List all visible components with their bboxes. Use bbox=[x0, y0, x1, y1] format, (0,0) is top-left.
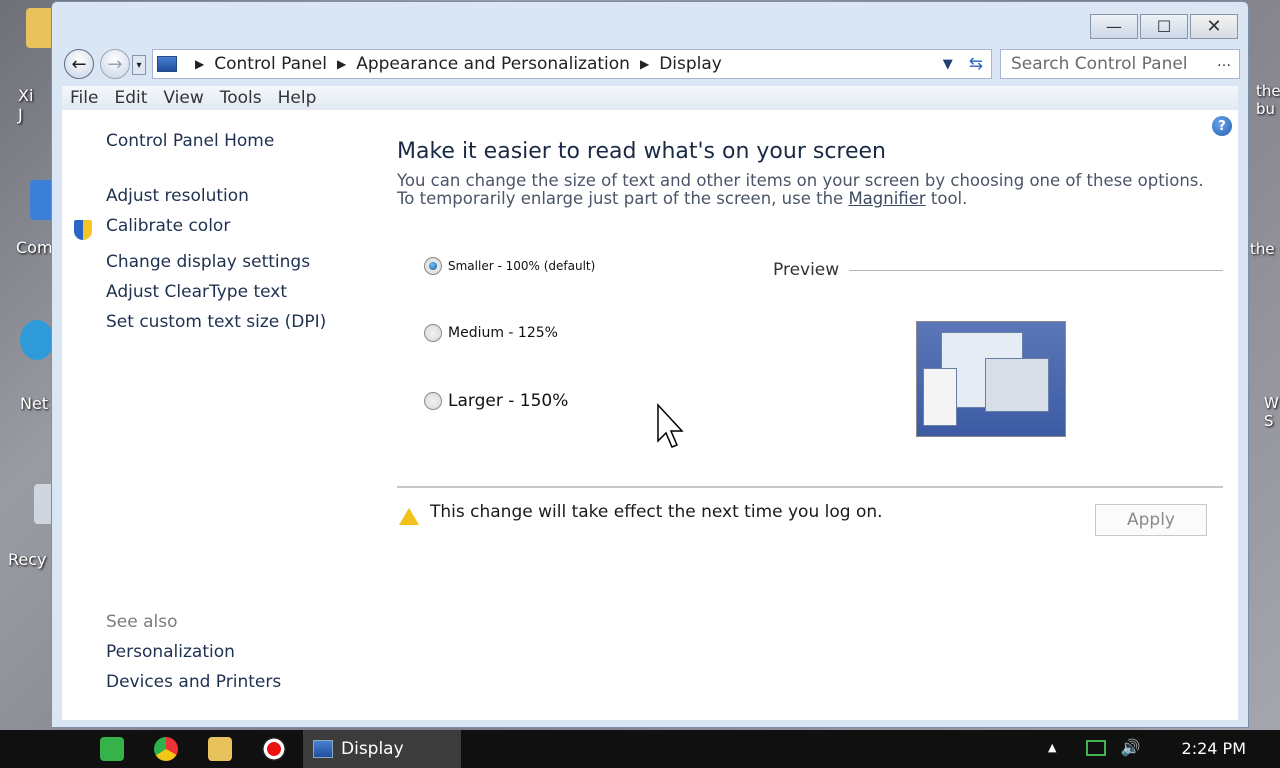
refresh-icon[interactable]: ⇆ bbox=[969, 54, 983, 74]
description-line-2-prefix: To temporarily enlarge just part of the … bbox=[397, 189, 844, 208]
tray-expand-icon[interactable]: ▲ bbox=[1048, 741, 1056, 754]
recent-pages-dropdown[interactable]: ▾ bbox=[132, 55, 146, 75]
navigation-bar: ← → ▾ ▶ Control Panel ▶ Appearance and P… bbox=[64, 47, 1240, 81]
desktop-icon-label: the bbox=[1250, 240, 1275, 258]
menu-view[interactable]: View bbox=[163, 88, 203, 108]
desktop-icon-label: W S bbox=[1264, 394, 1279, 430]
preview-label: Preview bbox=[773, 260, 840, 280]
breadcrumb-arrow-icon[interactable]: ▶ bbox=[195, 57, 204, 71]
desktop-icon-label: the bu bbox=[1256, 82, 1280, 118]
description-line-1: You can change the size of text and othe… bbox=[397, 171, 1204, 190]
back-button[interactable]: ← bbox=[64, 49, 94, 79]
control-panel-window: — ☐ ✕ ← → ▾ ▶ Control Panel ▶ Appearance… bbox=[51, 1, 1249, 728]
option-smaller-label: Smaller - 100% (default) bbox=[448, 259, 596, 273]
menu-tools[interactable]: Tools bbox=[220, 88, 262, 108]
menu-help[interactable]: Help bbox=[278, 88, 317, 108]
network-icon[interactable] bbox=[1086, 739, 1107, 756]
maximize-button[interactable]: ☐ bbox=[1140, 14, 1188, 39]
display-window-icon bbox=[313, 740, 333, 758]
breadcrumb-control-panel[interactable]: Control Panel bbox=[214, 54, 327, 74]
system-tray: ▲ 🔊 bbox=[1048, 738, 1140, 757]
control-panel-icon bbox=[157, 56, 177, 72]
taskbar-display-label: Display bbox=[341, 739, 404, 759]
taskbar: Display ▲ 🔊 2:24 PM bbox=[0, 730, 1280, 768]
help-icon[interactable]: ? bbox=[1212, 116, 1232, 136]
forward-button[interactable]: → bbox=[100, 49, 130, 79]
minimize-button[interactable]: — bbox=[1090, 14, 1138, 39]
section-divider bbox=[397, 486, 1223, 488]
breadcrumb-arrow-icon[interactable]: ▶ bbox=[337, 57, 346, 71]
desktop-icon-label: Net bbox=[20, 394, 49, 413]
radio-button-selected[interactable] bbox=[424, 257, 442, 275]
preview-image bbox=[916, 321, 1066, 437]
radio-button[interactable] bbox=[424, 324, 442, 342]
volume-icon[interactable]: 🔊 bbox=[1120, 738, 1140, 757]
content-area: ? Control Panel Home Adjust resolution C… bbox=[62, 110, 1238, 720]
devices-and-printers-link[interactable]: Devices and Printers bbox=[106, 672, 281, 692]
warning-icon bbox=[399, 508, 419, 525]
radio-button[interactable] bbox=[424, 392, 442, 410]
breadcrumb-display[interactable]: Display bbox=[659, 54, 722, 74]
desktop-icon-right-2[interactable]: the bbox=[1250, 240, 1275, 258]
menu-bar: File Edit View Tools Help bbox=[62, 86, 1238, 110]
page-title: Make it easier to read what's on your sc… bbox=[397, 139, 886, 164]
adjust-resolution-link[interactable]: Adjust resolution bbox=[106, 186, 249, 206]
option-larger-label: Larger - 150% bbox=[448, 391, 569, 411]
breadcrumb-appearance[interactable]: Appearance and Personalization bbox=[356, 54, 630, 74]
address-bar[interactable]: ▶ Control Panel ▶ Appearance and Persona… bbox=[152, 49, 992, 79]
apply-button[interactable]: Apply bbox=[1095, 504, 1207, 536]
desktop-icon-right-1[interactable]: the bu bbox=[1256, 82, 1280, 118]
preview-divider bbox=[849, 270, 1223, 271]
description-line-2: To temporarily enlarge just part of the … bbox=[397, 190, 1217, 208]
search-input[interactable]: Search Control Panel … bbox=[1000, 49, 1240, 79]
file-explorer-icon[interactable] bbox=[208, 737, 232, 761]
taskbar-display-window[interactable]: Display bbox=[303, 730, 461, 768]
address-actions: ▼ ⇆ bbox=[943, 54, 983, 74]
window-controls: — ☐ ✕ bbox=[1090, 14, 1238, 39]
description-line-2-suffix: tool. bbox=[930, 189, 968, 208]
desktop-icon-right-3[interactable]: W S bbox=[1264, 394, 1280, 430]
magnifier-link[interactable]: Magnifier bbox=[848, 189, 925, 208]
logon-warning-text: This change will take effect the next ti… bbox=[430, 502, 883, 522]
calibrate-color-link[interactable]: Calibrate color bbox=[106, 216, 230, 236]
menu-file[interactable]: File bbox=[70, 88, 98, 108]
chrome-icon[interactable] bbox=[154, 737, 178, 761]
set-custom-text-size-link[interactable]: Set custom text size (DPI) bbox=[106, 312, 326, 332]
close-button[interactable]: ✕ bbox=[1190, 14, 1238, 39]
adjust-cleartype-link[interactable]: Adjust ClearType text bbox=[106, 282, 287, 302]
search-more-icon[interactable]: … bbox=[1217, 54, 1231, 70]
option-smaller[interactable]: Smaller - 100% (default) bbox=[424, 257, 595, 275]
desktop-icon-label: Com bbox=[16, 238, 53, 257]
control-panel-home-link[interactable]: Control Panel Home bbox=[106, 131, 274, 151]
option-medium[interactable]: Medium - 125% bbox=[424, 324, 558, 342]
shield-icon bbox=[74, 220, 92, 240]
page-description: You can change the size of text and othe… bbox=[397, 172, 1217, 208]
menu-edit[interactable]: Edit bbox=[114, 88, 147, 108]
see-also-heading: See also bbox=[106, 612, 178, 632]
clock[interactable]: 2:24 PM bbox=[1182, 739, 1246, 758]
preview-window-icon bbox=[985, 358, 1049, 412]
breadcrumb-arrow-icon[interactable]: ▶ bbox=[640, 57, 649, 71]
notes-app-icon[interactable] bbox=[100, 737, 124, 761]
mouse-cursor-icon bbox=[657, 403, 684, 448]
desktop-icon-label: Recy bbox=[8, 550, 47, 569]
desktop-icon-label: Xi J bbox=[18, 86, 34, 124]
record-icon[interactable] bbox=[262, 737, 286, 761]
preview-window-icon bbox=[923, 368, 957, 426]
address-dropdown-icon[interactable]: ▼ bbox=[943, 57, 953, 72]
personalization-link[interactable]: Personalization bbox=[106, 642, 235, 662]
option-larger[interactable]: Larger - 150% bbox=[424, 391, 568, 411]
change-display-settings-link[interactable]: Change display settings bbox=[106, 252, 310, 272]
option-medium-label: Medium - 125% bbox=[448, 325, 558, 341]
search-placeholder: Search Control Panel bbox=[1011, 54, 1188, 74]
